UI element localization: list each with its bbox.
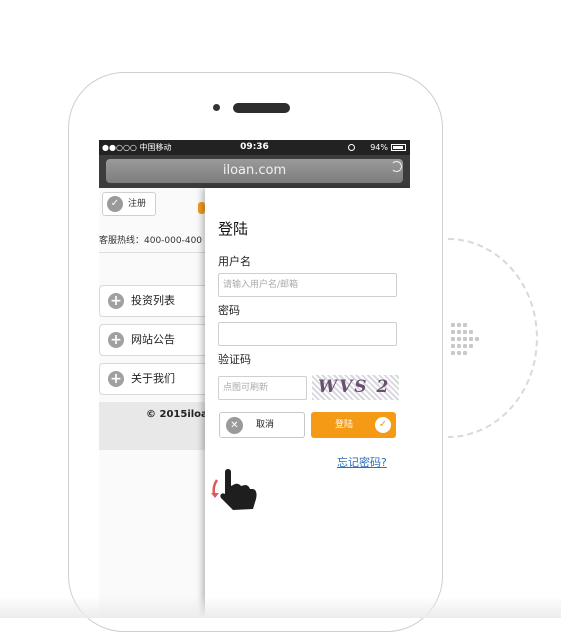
login-button[interactable]: 登陆 ✓ bbox=[311, 412, 396, 438]
captcha-label: 验证码 bbox=[218, 353, 251, 366]
url-field[interactable]: iloan.com bbox=[106, 159, 403, 183]
plus-icon: + bbox=[108, 293, 124, 309]
battery-icon bbox=[391, 144, 406, 151]
reload-icon[interactable] bbox=[391, 161, 402, 172]
username-input[interactable]: 请输入用户名/邮箱 bbox=[218, 273, 397, 297]
hotline-text: 客服热线：400-000-400 bbox=[99, 236, 203, 246]
plus-icon: + bbox=[108, 332, 124, 348]
register-button[interactable]: ✓ 注册 bbox=[102, 192, 156, 216]
swipe-dots-icon bbox=[451, 323, 481, 357]
clock: 09:36 bbox=[240, 142, 269, 152]
captcha-input[interactable]: 点图可刷新 bbox=[218, 376, 307, 400]
login-label: 登陆 bbox=[335, 420, 354, 430]
battery-percent: 94% bbox=[370, 143, 388, 152]
status-bar: ●●○○○ 中国移动 09:36 94% bbox=[99, 140, 410, 155]
captcha-image[interactable]: WVS 2 bbox=[312, 375, 399, 400]
login-title: 登陆 bbox=[218, 220, 249, 238]
phone-screen: ●●○○○ 中国移动 09:36 94% iloan.com ✓ 注册 客服热线… bbox=[99, 140, 410, 618]
rotation-lock-icon bbox=[348, 144, 355, 151]
logo bbox=[198, 202, 205, 214]
login-panel: 登陆 用户名 请输入用户名/邮箱 密码 验证码 点图可刷新 WVS 2 ✕ 取消… bbox=[205, 188, 410, 618]
password-label: 密码 bbox=[218, 304, 240, 317]
password-input[interactable] bbox=[218, 322, 397, 346]
forgot-password-link[interactable]: 忘记密码? bbox=[337, 454, 387, 470]
copyright-text: © 2015iloa bbox=[146, 409, 208, 420]
register-label: 注册 bbox=[128, 199, 147, 209]
plus-icon: + bbox=[108, 371, 124, 387]
close-icon: ✕ bbox=[226, 417, 243, 434]
cancel-button[interactable]: ✕ 取消 bbox=[219, 412, 305, 438]
phone-camera bbox=[213, 104, 220, 111]
browser-bar: iloan.com bbox=[99, 155, 410, 188]
menu-item-label: 网站公告 bbox=[131, 333, 175, 346]
phone-speaker bbox=[233, 103, 290, 113]
bottom-shadow bbox=[0, 596, 561, 618]
cancel-label: 取消 bbox=[256, 420, 275, 430]
hand-swipe-icon bbox=[211, 469, 257, 510]
menu-item-label: 关于我们 bbox=[131, 372, 175, 385]
check-icon: ✓ bbox=[107, 196, 123, 212]
username-label: 用户名 bbox=[218, 255, 251, 268]
menu-item-label: 投资列表 bbox=[131, 294, 175, 307]
check-icon: ✓ bbox=[375, 417, 391, 433]
